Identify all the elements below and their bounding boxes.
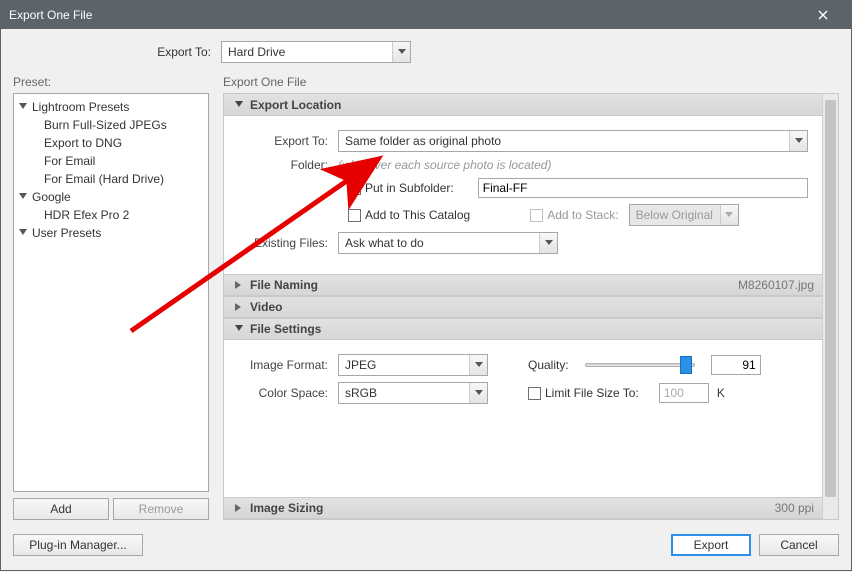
put-in-subfolder-label: Put in Subfolder: [365,181,454,195]
export-to-sub-label: Export To: [238,134,338,148]
checkbox-icon [348,209,361,222]
slider-thumb[interactable] [680,356,692,374]
preset-item[interactable]: HDR Efex Pro 2 [16,206,206,224]
preset-panel: Preset: Lightroom Presets Burn Full-Size… [13,75,209,520]
put-in-subfolder-checkbox[interactable]: Put in Subfolder: [348,181,454,195]
settings-panel: Export One File Export Location Export T… [223,75,839,520]
export-button[interactable]: Export [671,534,751,556]
slider-track [585,363,695,367]
existing-files-label: Existing Files: [238,236,338,250]
preset-tree[interactable]: Lightroom Presets Burn Full-Sized JPEGs … [13,93,209,492]
color-space-value: sRGB [339,386,469,400]
section-header-export-location[interactable]: Export Location [224,94,822,116]
preset-buttons: Add Remove [13,498,209,520]
close-button[interactable] [803,1,843,29]
destination-value: Same folder as original photo [339,134,789,148]
scrollbar-thumb[interactable] [825,100,836,497]
chevron-down-icon [16,103,30,111]
chevron-down-icon [392,42,410,62]
preset-group-google[interactable]: Google [16,188,206,206]
close-icon [818,10,828,20]
preset-item[interactable]: Export to DNG [16,134,206,152]
add-preset-button[interactable]: Add [13,498,109,520]
export-location-body: Export To: Same folder as original photo… [224,116,822,274]
checkbox-icon [528,387,541,400]
file-settings-body: Image Format: JPEG Quality: Co [224,340,822,424]
quality-slider[interactable] [585,355,695,375]
limit-file-size-input [659,383,709,403]
chevron-down-icon [16,193,30,201]
add-to-stack-label: Add to Stack: [547,208,618,222]
chevron-down-icon [720,205,738,225]
settings-label: Export One File [223,75,839,89]
remove-preset-button[interactable]: Remove [113,498,209,520]
file-naming-summary: M8260107.jpg [738,278,814,292]
chevron-down-icon [469,383,487,403]
chevron-right-icon [232,504,246,512]
destination-combo[interactable]: Same folder as original photo [338,130,808,152]
preset-item[interactable]: For Email [16,152,206,170]
color-space-combo[interactable]: sRGB [338,382,488,404]
image-format-label: Image Format: [238,358,338,372]
cancel-button[interactable]: Cancel [759,534,839,556]
section-title: Video [250,300,282,314]
add-to-stack-checkbox: Add to Stack: [530,208,618,222]
image-format-value: JPEG [339,358,469,372]
section-header-video[interactable]: Video [224,296,822,318]
image-format-combo[interactable]: JPEG [338,354,488,376]
section-title: File Naming [250,278,318,292]
folder-label: Folder: [238,158,338,172]
checkbox-icon [530,209,543,222]
section-title: Image Sizing [250,501,323,515]
bottom-bar: Plug-in Manager... Export Cancel [1,520,851,570]
checkbox-icon [348,182,361,195]
preset-item[interactable]: Burn Full-Sized JPEGs [16,116,206,134]
existing-files-combo[interactable]: Ask what to do [338,232,558,254]
quality-input[interactable] [711,355,761,375]
image-sizing-summary: 300 ppi [775,501,814,515]
chevron-right-icon [232,281,246,289]
preset-group-lightroom[interactable]: Lightroom Presets [16,98,206,116]
quality-label: Quality: [528,358,569,372]
existing-files-value: Ask what to do [339,236,539,250]
section-title: File Settings [250,322,321,336]
section-header-file-naming[interactable]: File Naming M8260107.jpg [224,274,822,296]
plugin-manager-button[interactable]: Plug-in Manager... [13,534,143,556]
chevron-down-icon [789,131,807,151]
preset-group-user[interactable]: User Presets [16,224,206,242]
export-to-label: Export To: [1,45,221,59]
chevron-down-icon [16,229,30,237]
chevron-right-icon [232,303,246,311]
subfolder-input[interactable] [478,178,808,198]
section-header-image-sizing[interactable]: Image Sizing 300 ppi [224,497,822,519]
chevron-down-icon [232,101,246,109]
stack-position-combo: Below Original [629,204,739,226]
folder-value: (wherever each source photo is located) [338,158,551,172]
section-title: Export Location [250,98,341,112]
chevron-down-icon [232,325,246,333]
limit-file-size-label: Limit File Size To: [545,386,639,400]
preset-label: Preset: [13,75,209,89]
export-to-row: Export To: Hard Drive [1,29,851,75]
color-space-label: Color Space: [238,386,338,400]
limit-file-size-checkbox[interactable]: Limit File Size To: [528,386,639,400]
vertical-scrollbar[interactable] [822,94,838,519]
export-to-value: Hard Drive [222,45,392,59]
add-to-catalog-label: Add to This Catalog [365,208,470,222]
chevron-down-icon [469,355,487,375]
limit-file-size-unit: K [717,386,725,400]
window-title: Export One File [9,8,92,22]
stack-position-value: Below Original [630,208,720,222]
section-header-file-settings[interactable]: File Settings [224,318,822,340]
add-to-catalog-checkbox[interactable]: Add to This Catalog [348,208,470,222]
export-to-combo[interactable]: Hard Drive [221,41,411,63]
preset-item[interactable]: For Email (Hard Drive) [16,170,206,188]
chevron-down-icon [539,233,557,253]
titlebar: Export One File [1,1,851,29]
export-dialog: Export One File Export To: Hard Drive Pr… [0,0,852,571]
